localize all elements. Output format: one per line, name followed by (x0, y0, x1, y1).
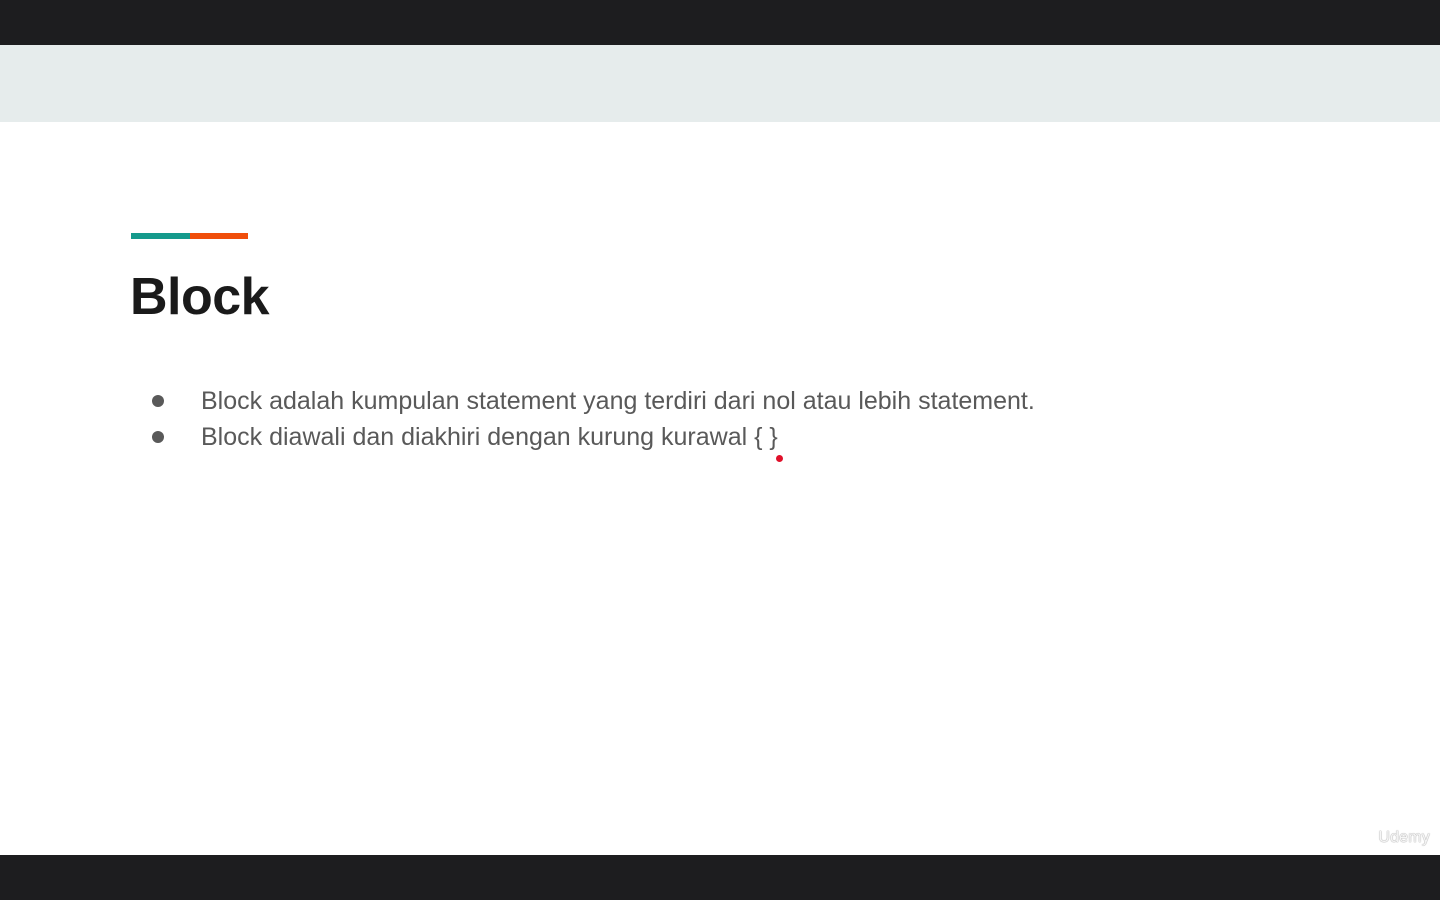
presentation-slide: Block Block adalah kumpulan statement ya… (0, 45, 1440, 855)
video-letterbox-bottom (0, 855, 1440, 900)
bullet-list: Block adalah kumpulan statement yang ter… (150, 383, 1035, 455)
accent-bar-teal-segment (131, 233, 190, 239)
video-letterbox-top (0, 0, 1440, 45)
bullet-text: Block adalah kumpulan statement yang ter… (201, 386, 1035, 415)
slide-title: Block (130, 268, 270, 326)
bullet-dot-icon (152, 395, 164, 407)
bullet-item: Block adalah kumpulan statement yang ter… (150, 383, 1035, 419)
laser-pointer-icon (776, 455, 783, 462)
udemy-watermark: Udemy (1378, 829, 1430, 846)
bullet-item: Block diawali dan diakhiri dengan kurung… (150, 419, 1035, 455)
bullet-dot-icon (152, 431, 164, 443)
title-accent-bar (131, 233, 248, 239)
accent-bar-orange-segment (189, 233, 248, 239)
slide-header-band (0, 45, 1440, 122)
bullet-text: Block diawali dan diakhiri dengan kurung… (201, 422, 778, 451)
